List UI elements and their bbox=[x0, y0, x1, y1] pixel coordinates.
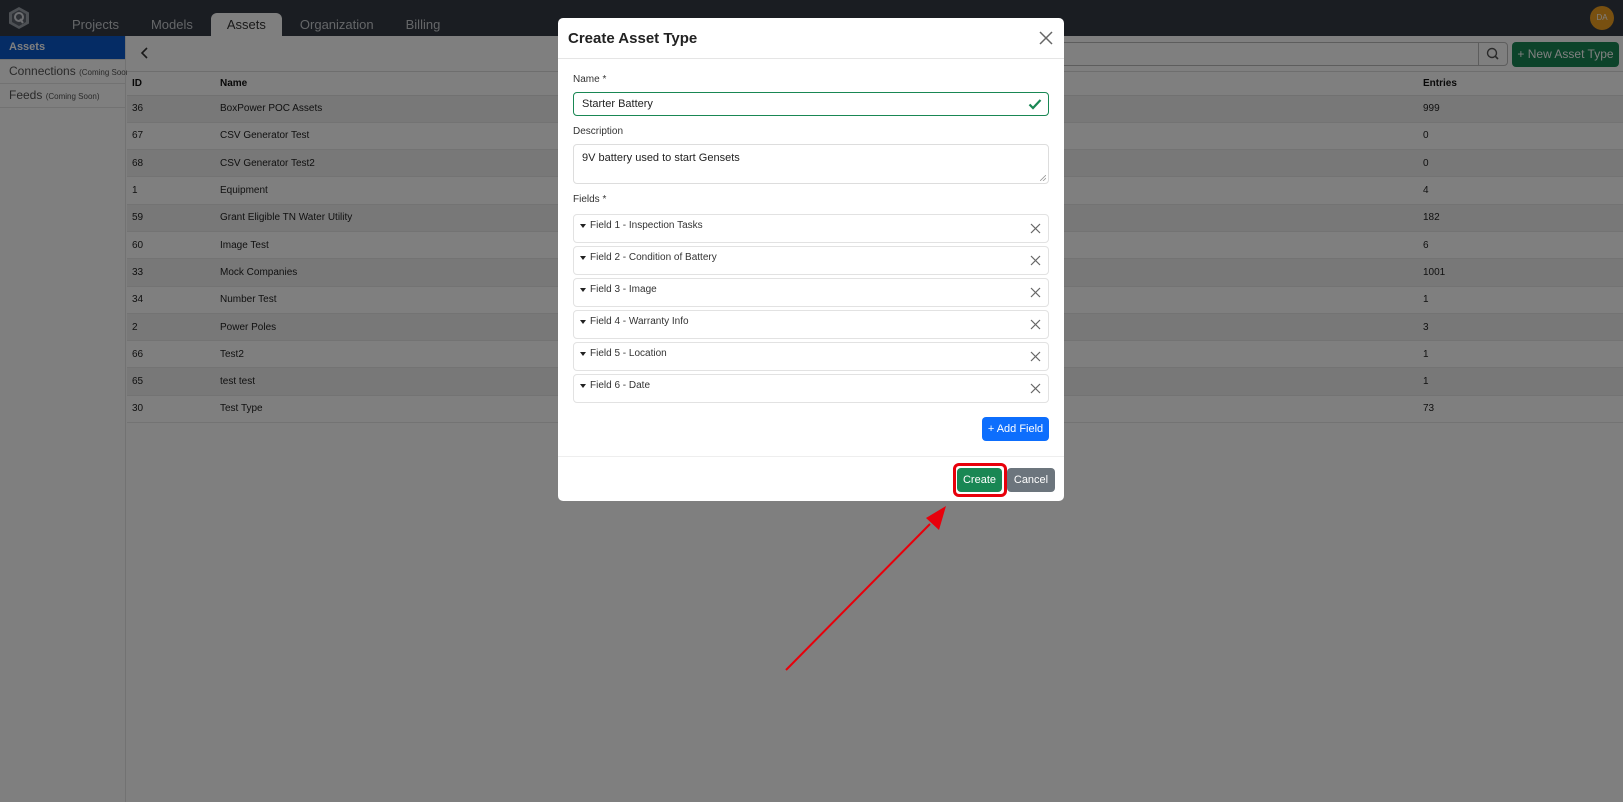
field-item-label: Field 5 - Location bbox=[590, 348, 667, 359]
field-item[interactable]: Field 4 - Warranty Info bbox=[573, 310, 1049, 339]
field-item-label: Field 6 - Date bbox=[590, 380, 651, 391]
description-label: Description bbox=[573, 126, 624, 137]
field-item[interactable]: Field 6 - Date bbox=[573, 374, 1049, 403]
caret-down-icon[interactable] bbox=[580, 352, 586, 356]
field-item-label: Field 4 - Warranty Info bbox=[590, 316, 689, 327]
caret-down-icon[interactable] bbox=[580, 224, 586, 228]
field-item[interactable]: Field 3 - Image bbox=[573, 278, 1049, 307]
close-icon[interactable] bbox=[1037, 29, 1055, 47]
remove-field-icon[interactable] bbox=[1030, 287, 1041, 298]
modal-header: Create Asset Type bbox=[558, 18, 1064, 59]
create-button[interactable]: Create bbox=[957, 468, 1002, 492]
create-asset-type-modal: Create Asset Type Name * Starter Battery… bbox=[558, 18, 1064, 501]
remove-field-icon[interactable] bbox=[1030, 223, 1041, 234]
caret-down-icon[interactable] bbox=[580, 288, 586, 292]
remove-field-icon[interactable] bbox=[1030, 383, 1041, 394]
remove-field-icon[interactable] bbox=[1030, 319, 1041, 330]
modal-title: Create Asset Type bbox=[568, 30, 698, 47]
field-item[interactable]: Field 1 - Inspection Tasks bbox=[573, 214, 1049, 243]
modal-body: Name * Starter Battery Description 9V ba… bbox=[558, 59, 1064, 457]
name-input-value: Starter Battery bbox=[582, 98, 653, 110]
valid-check-icon bbox=[1028, 99, 1042, 110]
cancel-button[interactable]: Cancel bbox=[1007, 468, 1055, 492]
modal-footer: Create Cancel bbox=[558, 457, 1064, 501]
name-label: Name * bbox=[573, 74, 607, 85]
fields-label: Fields * bbox=[573, 194, 607, 205]
field-item-label: Field 3 - Image bbox=[590, 284, 657, 295]
name-input[interactable]: Starter Battery bbox=[573, 92, 1049, 116]
field-item[interactable]: Field 2 - Condition of Battery bbox=[573, 246, 1049, 275]
field-item-label: Field 1 - Inspection Tasks bbox=[590, 220, 703, 231]
field-item-label: Field 2 - Condition of Battery bbox=[590, 252, 717, 263]
caret-down-icon[interactable] bbox=[580, 320, 586, 324]
description-textarea[interactable]: 9V battery used to start Gensets bbox=[573, 144, 1049, 184]
resize-grip-icon[interactable] bbox=[1040, 175, 1046, 181]
caret-down-icon[interactable] bbox=[580, 256, 586, 260]
add-field-button[interactable]: + Add Field bbox=[982, 417, 1049, 441]
field-item[interactable]: Field 5 - Location bbox=[573, 342, 1049, 371]
field-list: Field 1 - Inspection Tasks Field 2 - Cond… bbox=[573, 214, 1049, 406]
description-value: 9V battery used to start Gensets bbox=[582, 152, 740, 164]
remove-field-icon[interactable] bbox=[1030, 351, 1041, 362]
caret-down-icon[interactable] bbox=[580, 384, 586, 388]
remove-field-icon[interactable] bbox=[1030, 255, 1041, 266]
